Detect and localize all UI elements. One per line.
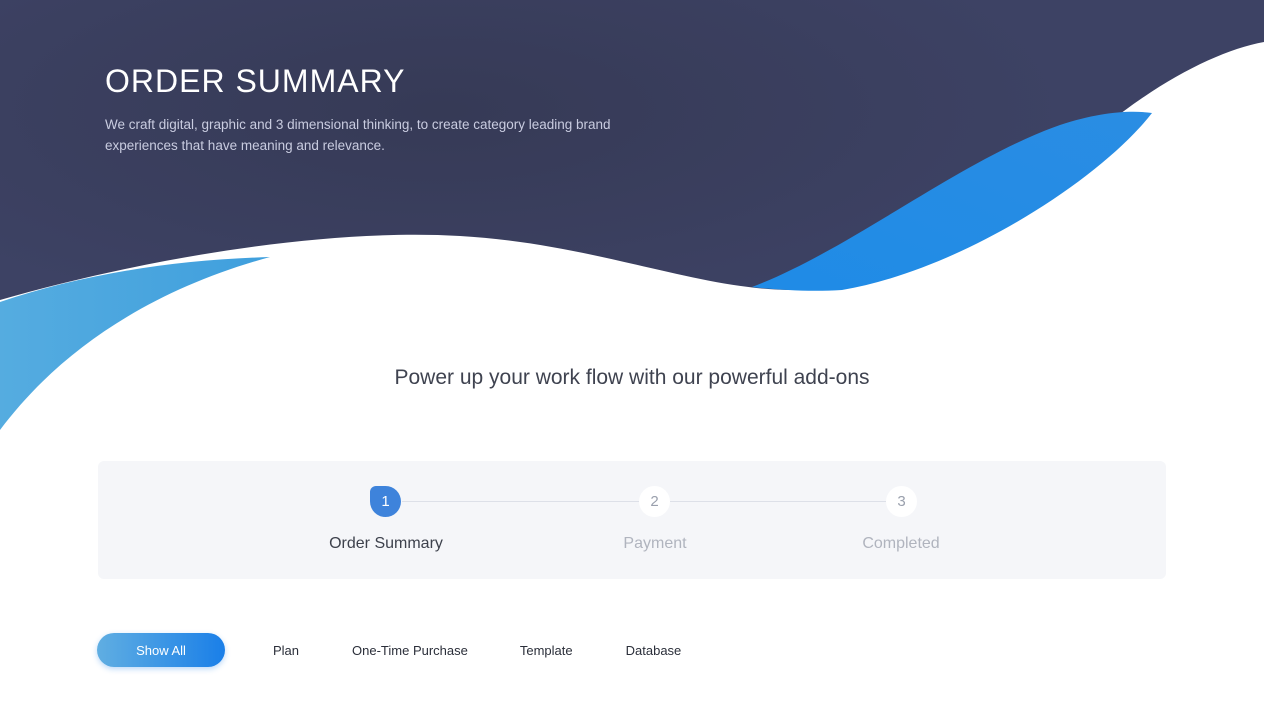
step-1-indicator[interactable]: 1 [370,486,401,517]
page-title: ORDER SUMMARY [105,63,406,99]
category-filter-bar: Show All Plan One-Time Purchase Template… [97,633,681,667]
page: ORDER SUMMARY We craft digital, graphic … [0,0,1264,702]
order-stepper: 1 2 3 Order Summary Payment Completed [98,461,1166,579]
step-connector [402,501,640,502]
step-connector [670,501,886,502]
hero-description: We craft digital, graphic and 3 dimensio… [105,117,611,153]
filter-one-time-purchase-button[interactable]: One-Time Purchase [352,643,468,658]
step-3-label[interactable]: Completed [801,535,1001,553]
filter-database-button[interactable]: Database [626,643,682,658]
filter-show-all-button[interactable]: Show All [97,633,225,667]
section-tagline: Power up your work flow with our powerfu… [394,366,870,389]
step-2-label[interactable]: Payment [555,535,755,553]
step-3-indicator[interactable]: 3 [886,486,917,517]
filter-plan-button[interactable]: Plan [273,643,299,658]
step-2-indicator[interactable]: 2 [639,486,670,517]
filter-template-button[interactable]: Template [520,643,573,658]
step-1-label[interactable]: Order Summary [286,535,486,553]
